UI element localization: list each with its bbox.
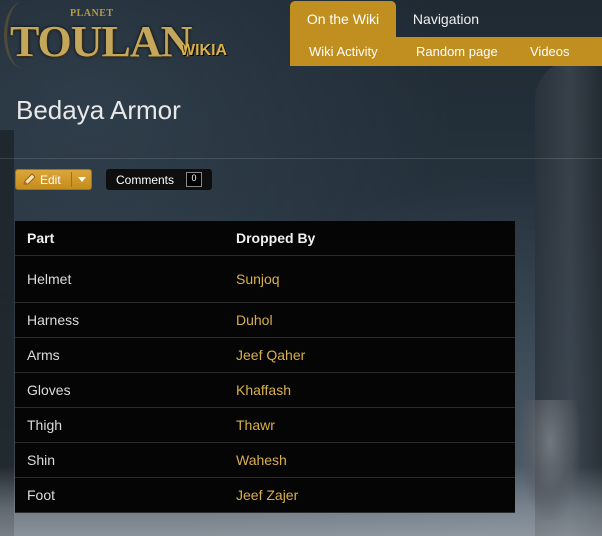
page-title: Bedaya Armor (16, 95, 181, 125)
dropped-by-link[interactable]: Jeef Zajer (224, 477, 515, 513)
tab-navigation[interactable]: Navigation (396, 1, 496, 37)
table-row: Harness Duhol (15, 302, 515, 338)
header-divider (0, 158, 602, 159)
logo-wikia-text: WIKIA (180, 42, 228, 59)
nav-tabs: On the Wiki Navigation (290, 1, 602, 37)
logo-name-text: TOULAN (10, 17, 192, 66)
part-cell: Shin (15, 442, 224, 478)
edit-button-divider (71, 172, 72, 187)
table-row: Foot Jeef Zajer (15, 477, 515, 513)
site-logo[interactable]: PLANET TOULAN WIKIA (4, 2, 228, 68)
comments-label: Comments (116, 173, 175, 187)
edit-label: Edit (40, 173, 61, 187)
nav-link-wiki-activity[interactable]: Wiki Activity (309, 37, 378, 66)
nav-link-random-page[interactable]: Random page (416, 37, 498, 66)
background-creature (520, 400, 580, 520)
table-header-row: Part Dropped By (15, 221, 515, 256)
dropped-by-link[interactable]: Thawr (224, 407, 515, 443)
chevron-down-icon[interactable] (78, 177, 86, 182)
dropped-by-link[interactable]: Sunjoq (224, 255, 515, 303)
column-header-dropped-by: Dropped By (224, 221, 515, 256)
tab-on-the-wiki[interactable]: On the Wiki (290, 1, 396, 37)
dropped-by-link[interactable]: Jeef Qaher (224, 337, 515, 373)
table-row: Shin Wahesh (15, 442, 515, 478)
edit-button[interactable]: Edit (15, 169, 92, 190)
part-cell: Gloves (15, 372, 224, 408)
drops-table: Part Dropped By Helmet Sunjoq Harness Du… (15, 221, 515, 513)
column-header-part: Part (15, 221, 224, 256)
wiki-navigation: On the Wiki Navigation Wiki Activity Ran… (290, 1, 602, 66)
table-row: Thigh Thawr (15, 407, 515, 443)
comments-button[interactable]: Comments 0 (106, 169, 212, 190)
comments-count-badge: 0 (186, 172, 202, 187)
pencil-icon (23, 173, 36, 185)
part-cell: Arms (15, 337, 224, 373)
dropped-by-link[interactable]: Wahesh (224, 442, 515, 478)
table-row: Helmet Sunjoq (15, 255, 515, 303)
dropped-by-link[interactable]: Khaffash (224, 372, 515, 408)
dropped-by-link[interactable]: Duhol (224, 302, 515, 338)
part-cell: Helmet (15, 255, 224, 303)
table-row: Arms Jeef Qaher (15, 337, 515, 373)
part-cell: Thigh (15, 407, 224, 443)
nav-subbar: Wiki Activity Random page Videos (290, 37, 602, 66)
part-cell: Foot (15, 477, 224, 513)
table-row: Gloves Khaffash (15, 372, 515, 408)
nav-link-videos[interactable]: Videos (530, 37, 570, 66)
part-cell: Harness (15, 302, 224, 338)
